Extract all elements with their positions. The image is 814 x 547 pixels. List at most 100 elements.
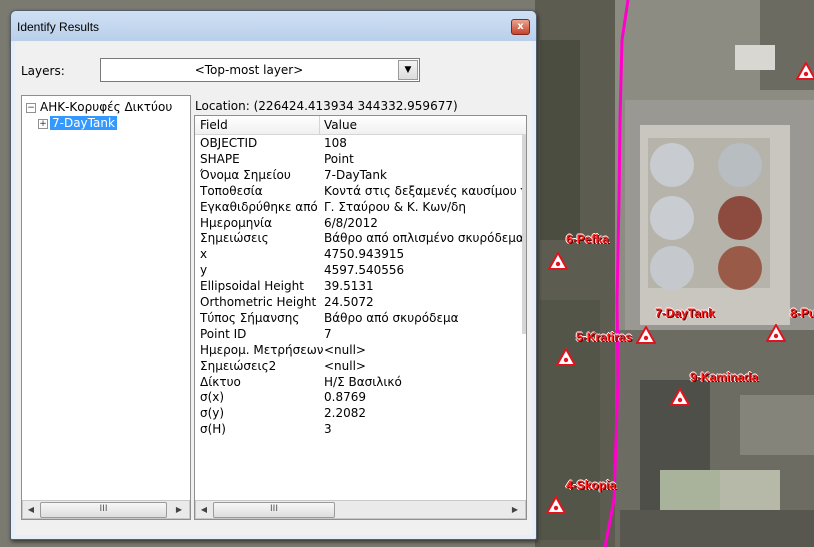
expand-icon[interactable]: +	[38, 119, 48, 129]
field-name-cell: SHAPE	[200, 151, 240, 166]
close-button[interactable]: x	[511, 19, 530, 35]
field-value-cell: 6/8/2012	[324, 215, 378, 230]
field-value-cell: 3	[324, 422, 332, 437]
field-value-cell: 7	[324, 326, 332, 341]
table-row[interactable]: Τοποθεσία Κοντά στις δεξαμενές καυσίμου γ…	[195, 184, 526, 199]
table-row[interactable]: SHAPE Point	[195, 152, 526, 167]
table-row[interactable]: σ(x) 0.8769	[195, 390, 526, 405]
field-value-cell: Γ. Σταύρου & Κ. Κων/δη	[324, 199, 466, 214]
table-row[interactable]: Ημερομηνία 6/8/2012	[195, 216, 526, 231]
field-name-cell: Σημειώσεις	[200, 231, 269, 246]
scroll-thumb[interactable]: III	[213, 502, 335, 518]
scroll-right-icon[interactable]: ▶	[507, 501, 523, 518]
results-tree[interactable]: − ΑΗΚ-Κορυφές Δικτύου + 7-DayTank ◀ III …	[21, 95, 191, 520]
chevron-down-icon[interactable]: ▼	[398, 60, 418, 80]
field-value-cell: 0.8769	[324, 390, 366, 405]
identify-results-window: Identify Results x Layers: <Top-most lay…	[10, 10, 537, 540]
field-value-cell: 108	[324, 136, 347, 150]
attributes-grid[interactable]: Field Value OBJECTID 108 SHAPE Point Όνομα Σ…	[194, 115, 527, 520]
field-name-cell: Orthometric Height	[200, 295, 317, 309]
scroll-left-icon[interactable]: ◀	[23, 501, 39, 518]
field-value-cell: Point	[324, 151, 354, 166]
field-name-cell: Δίκτυο	[200, 374, 241, 389]
map-label-5-kratiras: 5-Kratiras	[576, 330, 633, 344]
survey-point-triangle-icon[interactable]	[636, 326, 656, 344]
map-label-4-skopia: 4-Skopia	[566, 478, 617, 492]
grid-header: Field Value	[195, 116, 526, 135]
map-label-7-daytank: 7-DayTank	[655, 306, 715, 320]
layers-dropdown[interactable]: <Top-most layer> ▼	[100, 58, 420, 82]
field-name-cell: σ(x)	[200, 390, 225, 405]
field-name-cell: σ(y)	[200, 406, 225, 421]
field-value-cell: Η/Σ Βασιλικό	[324, 374, 402, 389]
column-header-field[interactable]: Field	[200, 118, 228, 132]
column-divider[interactable]	[319, 116, 320, 134]
table-row[interactable]: OBJECTID 108	[195, 136, 526, 151]
field-value-cell: Κοντά στις δεξαμενές καυσίμου για	[324, 183, 524, 198]
table-row[interactable]: Point ID 7	[195, 327, 526, 342]
layers-label: Layers:	[21, 64, 65, 78]
tree-node-child-label: 7-DayTank	[50, 116, 117, 130]
grid-vertical-scrollbar[interactable]	[522, 134, 526, 334]
field-name-cell: x	[200, 247, 208, 262]
field-value-cell: 2.2082	[324, 406, 366, 421]
layers-dropdown-value: <Top-most layer>	[194, 63, 304, 77]
survey-point-triangle-icon[interactable]	[548, 252, 568, 270]
collapse-icon[interactable]: −	[26, 103, 36, 113]
table-row[interactable]: Ημερομ. Μετρήσεων <null>	[195, 343, 526, 358]
scroll-left-icon[interactable]: ◀	[196, 501, 212, 518]
table-row[interactable]: Δίκτυο Η/Σ Βασιλικό	[195, 375, 526, 390]
field-value-cell: 24.5072	[324, 295, 374, 309]
survey-point-triangle-icon[interactable]	[546, 496, 566, 514]
table-row[interactable]: x 4750.943915	[195, 247, 526, 262]
column-header-value[interactable]: Value	[324, 118, 357, 132]
map-label-9-kaminada: 9-Kaminada	[690, 370, 759, 384]
field-value-cell: Βάθρο από σκυρόδεμα	[324, 310, 459, 325]
tree-node-root-label: ΑΗΚ-Κορυφές Δικτύου	[40, 100, 173, 114]
field-name-cell: Ημερομ. Μετρήσεων	[200, 342, 324, 357]
field-value-cell: 7-DayTank	[324, 167, 387, 182]
field-name-cell: Τοποθεσία	[200, 183, 263, 198]
survey-point-triangle-icon[interactable]	[670, 388, 690, 406]
field-value-cell: 39.5131	[324, 279, 374, 294]
field-name-cell: σ(H)	[200, 422, 226, 437]
tree-horizontal-scrollbar[interactable]: ◀ III ▶	[22, 500, 190, 519]
field-value-cell: <null>	[324, 358, 366, 373]
table-row[interactable]: Τύπος Σήμανσης Βάθρο από σκυρόδεμα	[195, 311, 526, 326]
table-row[interactable]: Orthometric Height 24.5072	[195, 295, 526, 310]
table-row[interactable]: Όνομα Σημείου 7-DayTank	[195, 168, 526, 183]
table-row[interactable]: σ(H) 3	[195, 422, 526, 437]
map-label-6-pefka: 6-Pefka	[566, 232, 609, 246]
table-row[interactable]: y 4597.540556	[195, 263, 526, 278]
field-value-cell: 4750.943915	[324, 247, 405, 262]
field-name-cell: OBJECTID	[200, 136, 258, 150]
field-name-cell: Ημερομηνία	[200, 215, 273, 230]
field-name-cell: Σημειώσεις2	[200, 358, 277, 373]
table-row[interactable]: Σημειώσεις2 <null>	[195, 359, 526, 374]
location-readout: Location: (226424.413934 344332.959677)	[195, 99, 458, 113]
grid-horizontal-scrollbar[interactable]: ◀ III ▶	[195, 500, 526, 519]
table-row[interactable]: Ellipsoidal Height 39.5131	[195, 279, 526, 294]
close-icon: x	[517, 21, 524, 32]
scroll-thumb[interactable]: III	[40, 502, 167, 518]
field-name-cell: Εγκαθιδρύθηκε από	[200, 199, 318, 214]
map-label-8-pu: 8-Pu	[790, 306, 814, 320]
survey-point-triangle-icon[interactable]	[796, 62, 814, 80]
field-value-cell: Βάθρο από οπλισμένο σκυρόδεμα, ε	[324, 231, 524, 246]
survey-point-triangle-icon[interactable]	[556, 348, 576, 366]
window-title: Identify Results	[17, 20, 100, 34]
field-name-cell: Point ID	[200, 326, 247, 341]
field-name-cell: Τύπος Σήμανσης	[200, 310, 300, 325]
table-row[interactable]: σ(y) 2.2082	[195, 406, 526, 421]
scroll-right-icon[interactable]: ▶	[171, 501, 187, 518]
survey-point-triangle-icon[interactable]	[766, 324, 786, 342]
field-name-cell: Ellipsoidal Height	[200, 279, 304, 294]
field-value-cell: <null>	[324, 342, 366, 357]
table-row[interactable]: Εγκαθιδρύθηκε από Γ. Σταύρου & Κ. Κων/δη	[195, 200, 526, 215]
field-name-cell: Όνομα Σημείου	[200, 167, 291, 182]
title-bar[interactable]: Identify Results x	[11, 11, 536, 41]
field-name-cell: y	[200, 263, 208, 278]
field-value-cell: 4597.540556	[324, 263, 405, 278]
table-row[interactable]: Σημειώσεις Βάθρο από οπλισμένο σκυρόδεμα,…	[195, 231, 526, 246]
window-client-area: Layers: <Top-most layer> ▼ − ΑΗΚ-Κορυφές…	[15, 41, 532, 535]
